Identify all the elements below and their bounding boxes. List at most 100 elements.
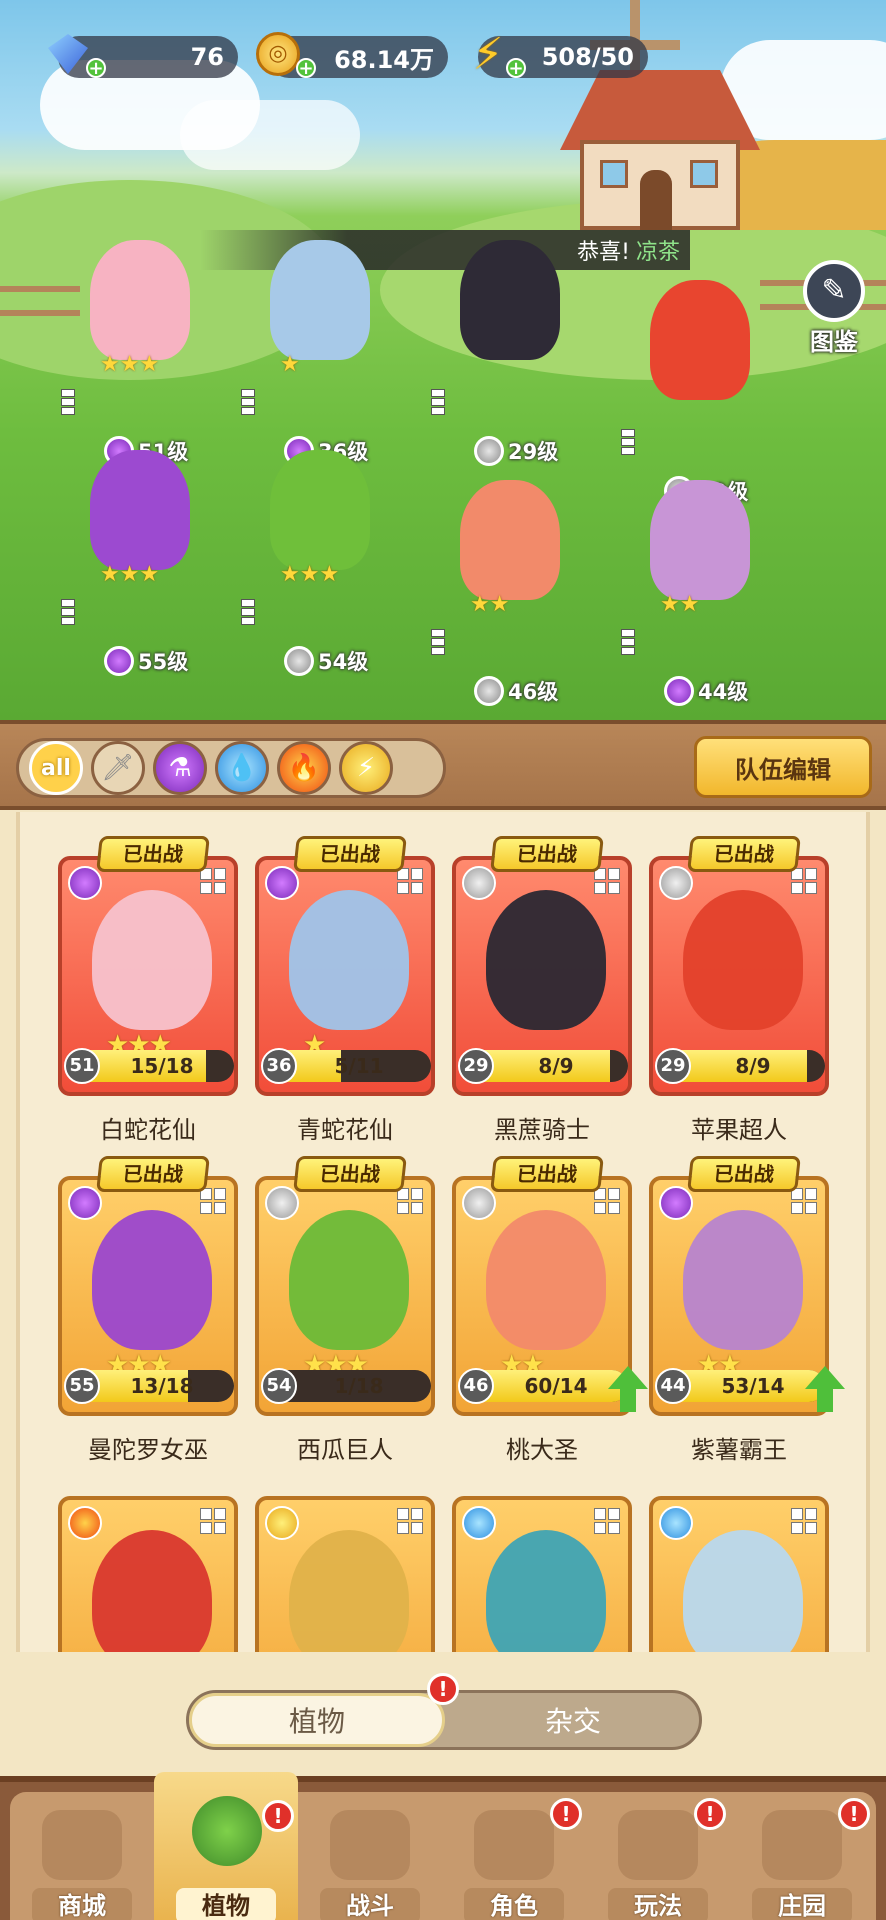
nav-tab-4[interactable]: 玩法! — [586, 1792, 730, 1920]
plant-portrait — [486, 1530, 606, 1652]
star-rating: ★★★ — [100, 562, 160, 587]
water-icon — [462, 1506, 496, 1540]
slot-icon — [61, 599, 80, 628]
card-level: 44 — [655, 1368, 691, 1404]
slot-icon — [241, 389, 260, 418]
potion-icon[interactable]: ⚗ — [153, 741, 207, 795]
plant-name: 曼陀罗女巫 — [88, 1436, 208, 1464]
nav-tab-label: 战斗 — [320, 1888, 420, 1920]
plant-name: 白蛇花仙 — [100, 1116, 196, 1144]
plant-card[interactable] — [255, 1466, 445, 1652]
nav-tab-3[interactable]: 角色! — [442, 1792, 586, 1920]
add-gems-icon[interactable]: + — [86, 58, 106, 78]
filter-bar: all 🗡 ⚗ 💧 🔥 ⚡ 队伍编辑 — [0, 720, 886, 810]
water-drop-icon[interactable]: 💧 — [215, 741, 269, 795]
fire-icon[interactable]: 🔥 — [277, 741, 331, 795]
nav-tab-label: 植物 — [176, 1888, 276, 1920]
plant-card[interactable]: ★★ 44 53/14 已出战 紫薯霸王 — [649, 1146, 845, 1476]
sword-icon[interactable]: 🗡 — [91, 741, 145, 795]
card-level: 36 — [261, 1048, 297, 1084]
gem-counter[interactable]: + 76 — [48, 34, 238, 78]
slot-icon — [397, 868, 423, 894]
plant-card[interactable]: 29 8/9 已出战 苹果超人 — [649, 826, 839, 1156]
team-plant[interactable]: ★★ — [431, 480, 580, 655]
deployed-badge: 已出战 — [293, 1156, 407, 1192]
add-energy-icon[interactable]: + — [506, 58, 526, 78]
plant-figure — [270, 240, 370, 360]
plant-card[interactable]: 29 8/9 已出战 黑蔗骑士 — [452, 826, 642, 1156]
card-frame: 29 8/9 — [452, 856, 632, 1096]
nav-tab-0[interactable]: 商城 — [10, 1792, 154, 1920]
plant-card[interactable]: ★★★ 55 13/18 已出战 曼陀罗女巫 — [58, 1146, 248, 1476]
plant-figure — [90, 240, 190, 360]
deployed-badge: 已出战 — [490, 1156, 604, 1192]
add-coins-icon[interactable]: + — [296, 58, 316, 78]
nav-tab-2[interactable]: 战斗 — [298, 1792, 442, 1920]
plant-portrait — [289, 1530, 409, 1652]
coin-value: 68.14万 — [334, 45, 434, 74]
card-frame: 29 8/9 — [649, 856, 829, 1096]
plant-level-text: 44级 — [698, 680, 749, 704]
plant-card[interactable]: ★★★ 51 15/18 已出战 白蛇花仙 — [58, 826, 248, 1156]
plant-card[interactable]: ★ 36 5/11 已出战 青蛇花仙 — [255, 826, 445, 1156]
atlas-button[interactable]: ✎ 图鉴 — [794, 260, 874, 356]
plant-figure — [650, 280, 750, 400]
slot-icon — [791, 1508, 817, 1534]
bolt-c-icon — [265, 1506, 299, 1540]
card-level: 55 — [64, 1368, 100, 1404]
potion-icon — [659, 1186, 693, 1220]
slot-icon — [791, 868, 817, 894]
energy-counter[interactable]: ⚡ + 508/50 — [473, 29, 648, 80]
team-plant[interactable] — [621, 280, 770, 455]
alert-badge-icon: ! — [262, 1800, 294, 1832]
star-rating: ★★ — [470, 592, 510, 617]
card-progress-text: 53/14 — [721, 1374, 785, 1398]
team-plant[interactable]: ★★★ — [241, 450, 390, 625]
plant-level-text: 29级 — [508, 440, 559, 464]
card-progress-text: 8/9 — [735, 1054, 771, 1078]
plant-level-text: 55级 — [138, 650, 189, 674]
plant-card-grid[interactable]: ★★★ 51 15/18 已出战 白蛇花仙 ★ 36 5/11 已出战 青蛇花仙 29 8/9 已出战黑… — [16, 812, 870, 1652]
slot-icon — [594, 1508, 620, 1534]
coin-counter[interactable]: ◎ + 68.14万 — [256, 32, 448, 78]
slot-icon — [594, 1188, 620, 1214]
plant-figure — [650, 480, 750, 600]
deployed-badge: 已出战 — [96, 1156, 210, 1192]
team-plant[interactable] — [431, 240, 580, 415]
tab-plants[interactable]: 植物 — [189, 1693, 445, 1747]
plant-portrait — [683, 1530, 803, 1652]
card-frame: ★ 36 5/11 — [255, 856, 435, 1096]
plant-card[interactable] — [452, 1466, 642, 1652]
card-frame: ★★★ 51 15/18 — [58, 856, 238, 1096]
alert-badge-icon: ! — [694, 1798, 726, 1830]
slot-icon — [594, 868, 620, 894]
plant-card[interactable]: ★★ 46 60/14 已出战 桃大圣 — [452, 1146, 648, 1476]
plant-name: 紫薯霸王 — [691, 1436, 787, 1464]
team-plant[interactable]: ★★★ — [61, 450, 210, 625]
plant-card[interactable]: ★★★ 54 1/18 已出战 西瓜巨人 — [255, 1146, 445, 1476]
slot-icon — [200, 1508, 226, 1534]
team-plant[interactable]: ★ — [241, 240, 390, 415]
sword-icon — [265, 1186, 299, 1220]
plant-card[interactable] — [58, 1466, 248, 1652]
team-plant[interactable]: ★★ — [621, 480, 770, 655]
nav-tab-5[interactable]: 庄园! — [730, 1792, 874, 1920]
card-progress-text: 1/18 — [334, 1374, 384, 1398]
team-edit-button[interactable]: 队伍编辑 — [694, 736, 872, 798]
plant-name: 黑蔗骑士 — [494, 1116, 590, 1144]
plant-card[interactable] — [649, 1466, 839, 1652]
lightning-filter-icon[interactable]: ⚡ — [339, 741, 393, 795]
battle-windmill-icon — [330, 1810, 410, 1880]
plant-name: 苹果超人 — [691, 1116, 787, 1144]
tab-hybrid[interactable]: 杂交 — [445, 1693, 701, 1747]
card-level: 29 — [458, 1048, 494, 1084]
filter-all[interactable]: all — [29, 741, 83, 795]
plant-figure — [270, 450, 370, 570]
potion-icon — [68, 866, 102, 900]
nav-tab-1[interactable]: 植物! — [154, 1772, 298, 1920]
plant-level: 44级 — [664, 676, 748, 706]
card-frame — [649, 1496, 829, 1652]
banner-highlight: 凉茶 — [635, 240, 680, 265]
plant-level: 55级 — [104, 646, 188, 676]
team-plant[interactable]: ★★★ — [61, 240, 210, 415]
